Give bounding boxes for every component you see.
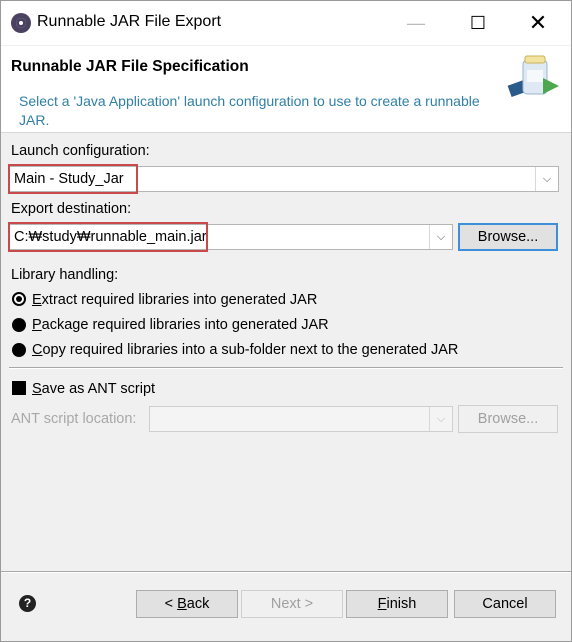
copy-libraries-label[interactable]: Copy required libraries into a sub-folde…: [32, 342, 458, 358]
wizard-header: Runnable JAR File Specification Select a…: [1, 46, 571, 133]
browse-button-label: Browse...: [477, 229, 539, 245]
package-libraries-radio[interactable]: [12, 318, 26, 332]
back-button[interactable]: < Back: [136, 590, 238, 618]
launch-config-label: Launch configuration:: [11, 143, 150, 159]
save-ant-checkbox[interactable]: [12, 381, 26, 395]
export-destination-label: Export destination:: [11, 201, 132, 217]
chevron-down-icon[interactable]: ⌵: [429, 225, 452, 249]
title-bar: Runnable JAR File Export — ☐ ✕: [1, 1, 571, 45]
cancel-button[interactable]: Cancel: [454, 590, 556, 618]
copy-libraries-radio[interactable]: [12, 343, 26, 357]
section-divider: [9, 367, 563, 369]
ant-browse-button-label: Browse...: [477, 411, 539, 427]
finish-button[interactable]: Finish: [346, 590, 448, 618]
launch-config-highlight: [8, 164, 138, 194]
ant-browse-button[interactable]: Browse...: [458, 405, 558, 433]
save-ant-label[interactable]: Save as ANT script: [32, 381, 155, 397]
minimize-button[interactable]: —: [391, 1, 441, 45]
page-description: Select a 'Java Application' launch confi…: [19, 93, 480, 128]
chevron-down-icon[interactable]: ⌵: [429, 407, 452, 431]
browse-button[interactable]: Browse...: [458, 223, 558, 251]
jar-wizard-icon: [507, 55, 559, 98]
chevron-down-icon[interactable]: ⌵: [535, 167, 558, 191]
next-button[interactable]: Next >: [241, 590, 343, 618]
maximize-button[interactable]: ☐: [453, 1, 503, 45]
window-title: Runnable JAR File Export: [37, 13, 222, 30]
export-dialog: Runnable JAR File Export — ☐ ✕ Runnable …: [0, 0, 572, 642]
ant-location-input[interactable]: ⌵: [149, 406, 453, 432]
close-button[interactable]: ✕: [513, 1, 563, 45]
help-icon[interactable]: ?: [19, 595, 36, 612]
page-title: Runnable JAR File Specification: [11, 58, 249, 75]
ant-location-label: ANT script location:: [11, 411, 137, 427]
package-libraries-label[interactable]: Package required libraries into generate…: [32, 317, 329, 333]
footer-divider: [1, 571, 571, 573]
extract-libraries-label[interactable]: Extract required libraries into generate…: [32, 292, 317, 308]
export-destination-highlight: [8, 222, 208, 252]
library-handling-label: Library handling:: [11, 267, 119, 283]
eclipse-icon: [11, 13, 31, 33]
extract-libraries-radio[interactable]: [12, 292, 26, 306]
